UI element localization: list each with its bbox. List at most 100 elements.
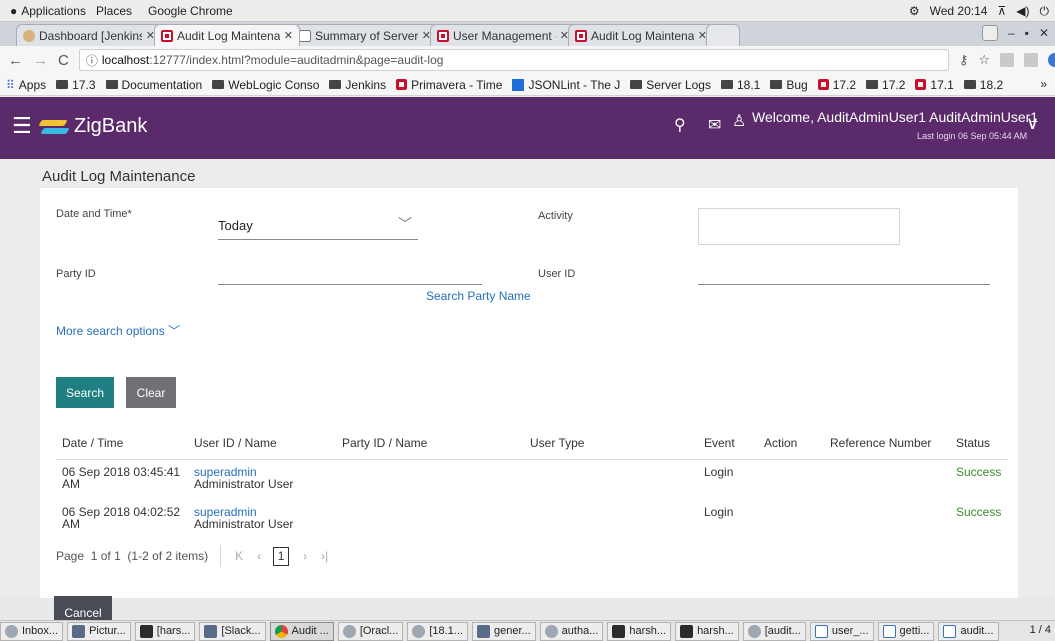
bookmark-item[interactable]: 17.2 (866, 78, 905, 92)
task-getti[interactable]: getti... (877, 621, 935, 641)
close-icon[interactable]: ✕ (284, 29, 293, 42)
power-icon[interactable]: ⏻ (1040, 4, 1050, 19)
user-id-input[interactable] (698, 267, 990, 285)
task-pictures[interactable]: Pictur... (67, 621, 131, 641)
oracle-icon (437, 29, 449, 42)
tab-user-management[interactable]: User Management - ✕ (430, 24, 576, 46)
bookmark-item[interactable]: 17.1 (915, 78, 954, 92)
extension-shield-icon[interactable] (1048, 53, 1055, 67)
task-181[interactable]: [18.1... (407, 621, 468, 641)
pager-current-text: 1 (90, 549, 98, 563)
party-id-input[interactable] (218, 267, 482, 285)
bookmark-item[interactable]: 17.2 (817, 78, 856, 92)
bookmark-item[interactable]: 17.3 (56, 78, 96, 92)
extension-icon[interactable] (1000, 53, 1015, 67)
search-button[interactable]: Search (56, 377, 114, 408)
maximize-icon[interactable]: ▪ (1025, 26, 1029, 40)
brand-name: ZigBank (74, 115, 148, 137)
new-tab-button[interactable] (706, 24, 740, 46)
column-header-event: Event (704, 436, 735, 450)
task-user[interactable]: user_... (809, 621, 874, 641)
bookmark-item[interactable]: 18.2 (963, 78, 1003, 92)
clear-button[interactable]: Clear (126, 377, 176, 408)
workspace-page-count[interactable]: 1 / 4 (1030, 624, 1051, 636)
task-slack[interactable]: [Slack... (199, 621, 266, 641)
bookmark-label: Apps (18, 77, 47, 92)
image-viewer-icon (72, 624, 86, 638)
activity-input[interactable] (698, 208, 900, 245)
bookmark-item[interactable]: Primavera - Time (396, 78, 502, 92)
profile-icon[interactable] (981, 25, 998, 41)
prev-page-icon[interactable]: ‹ (257, 549, 261, 563)
first-page-icon[interactable]: K (235, 549, 243, 563)
current-page-button[interactable]: 1 (273, 546, 290, 566)
bookmark-item[interactable]: JSONLint - The J (512, 78, 620, 92)
task-audit-doc[interactable]: audit... (938, 621, 999, 641)
row-event: Login (704, 465, 734, 479)
tab-audit-log-active[interactable]: Audit Log Maintenan ✕ (154, 24, 300, 46)
task-audit-chrome[interactable]: Audit ... (269, 621, 334, 641)
oracle-icon (161, 29, 173, 42)
user-icon[interactable]: ♙ (732, 111, 746, 131)
task-audit-files[interactable]: [audit... (742, 621, 806, 641)
extension-k-icon[interactable] (1024, 53, 1039, 67)
key-icon[interactable]: ⚷ (959, 52, 969, 68)
bookmark-item[interactable]: Documentation (105, 78, 202, 92)
last-page-icon[interactable]: ›| (321, 549, 328, 563)
task-oracle[interactable]: [Oracl... (337, 621, 404, 641)
reload-icon[interactable]: C (58, 52, 69, 69)
row-user-name: Administrator User (194, 517, 294, 531)
bookmark-item[interactable]: 18.1 (720, 78, 760, 92)
search-party-name-link[interactable]: Search Party Name (426, 289, 531, 303)
taskbar: Inbox... Pictur... [hars... [Slack... Au… (0, 620, 1055, 641)
bookmarks-overflow-icon[interactable]: » (1040, 77, 1047, 91)
search-icon[interactable]: ⚲ (674, 115, 686, 135)
hamburger-menu-icon[interactable]: ☰ (12, 113, 32, 139)
close-window-icon[interactable]: ✕ (1039, 26, 1049, 40)
bookmark-item[interactable]: Server Logs (630, 78, 711, 92)
applications-menu[interactable]: ● Applications (10, 4, 86, 18)
tab-audit-log-2[interactable]: Audit Log Maintenan ✕ (568, 24, 714, 46)
mail-icon[interactable]: ✉ (708, 115, 721, 135)
task-autha[interactable]: autha... (539, 621, 604, 641)
next-page-icon[interactable]: › (303, 549, 307, 563)
oracle-icon (575, 29, 587, 42)
star-icon[interactable]: ☆ (978, 52, 990, 68)
gear-icon (412, 624, 426, 638)
tab-label: Audit Log Maintenan (591, 28, 694, 43)
url-bar[interactable]: ⓘ localhost:12777/index.html?module=audi… (78, 49, 949, 71)
task-label: Pictur... (89, 625, 126, 637)
bookmark-item[interactable]: WebLogic Conso (212, 78, 319, 92)
welcome-text[interactable]: Welcome, AuditAdminUser1 AuditAdminUser1 (752, 109, 1038, 125)
task-gener[interactable]: gener... (471, 621, 536, 641)
volume-icon[interactable]: ◀) (1016, 4, 1029, 18)
slack-icon (204, 624, 218, 638)
folder-icon (720, 80, 733, 89)
chevron-down-icon[interactable]: ∨ (1026, 113, 1039, 134)
back-icon[interactable]: ← (8, 52, 23, 69)
column-header-date-time: Date / Time (62, 436, 124, 450)
bookmark-apps[interactable]: ⠿ Apps (6, 78, 46, 92)
tab-dashboard-jenkins[interactable]: Dashboard [Jenkins] ✕ (16, 24, 162, 46)
app-menu[interactable]: Google Chrome (148, 4, 233, 18)
places-menu[interactable]: Places (96, 4, 132, 18)
bookmark-label: Server Logs (646, 77, 711, 92)
accessibility-icon[interactable]: ⚙ (909, 4, 920, 18)
network-icon[interactable]: ⊼ (997, 4, 1006, 18)
brand-logo[interactable]: ZigBank (38, 115, 148, 138)
more-search-options-link[interactable]: More search options ﹀ (56, 322, 180, 339)
task-harsh-2[interactable]: harsh... (607, 621, 672, 641)
app-header: ☰ ZigBank ⚲ ✉ ♙ Welcome, AuditAdminUser1… (0, 97, 1055, 159)
task-inbox[interactable]: Inbox... (0, 621, 64, 641)
clock[interactable]: Wed 20:14 (930, 4, 988, 18)
tab-summary-servers[interactable]: Summary of Servers ✕ (292, 24, 438, 46)
minimize-icon[interactable]: – (1008, 26, 1015, 40)
bookmark-item[interactable]: Jenkins (329, 78, 386, 92)
forward-icon[interactable]: → (33, 52, 48, 69)
bookmark-item[interactable]: Bug (770, 78, 808, 92)
task-harsh-1[interactable]: [hars... (134, 621, 196, 641)
date-time-select[interactable]: Today ﹀ (218, 210, 418, 240)
info-icon[interactable]: ⓘ (86, 52, 98, 69)
task-harsh-3[interactable]: harsh... (675, 621, 739, 641)
terminal-icon (612, 624, 626, 638)
